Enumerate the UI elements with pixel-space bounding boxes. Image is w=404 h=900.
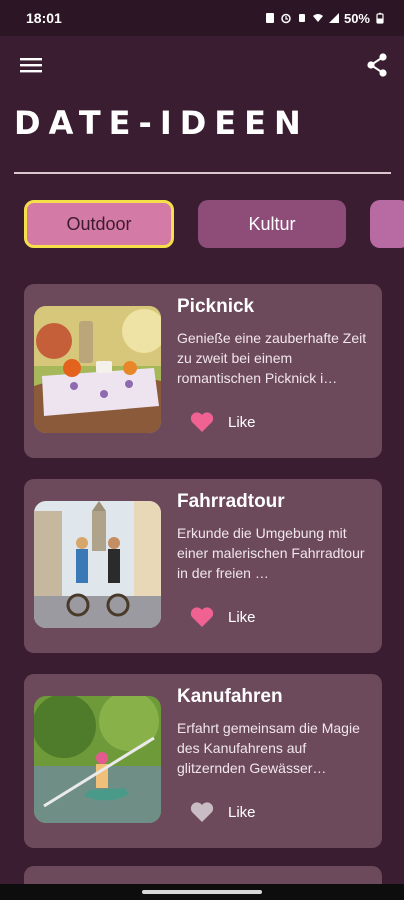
idea-title: Picknick [177, 296, 255, 317]
idea-title: Fahrradtour [177, 491, 285, 512]
app-bar [0, 36, 404, 94]
idea-description: Genieße eine zauberhafte Zeit zu zweit b… [177, 330, 367, 386]
like-button[interactable]: Like [190, 798, 256, 826]
canoe-image [34, 696, 161, 823]
wifi-icon [312, 14, 323, 22]
like-label: Like [228, 608, 256, 626]
title-divider [14, 172, 391, 174]
category-chip-next[interactable] [370, 200, 404, 248]
idea-card-partial[interactable] [24, 866, 382, 886]
signal-icon [328, 13, 339, 23]
idea-card-picknick[interactable]: Picknick Genieße eine zauberhafte Zeit z… [24, 284, 382, 458]
share-icon[interactable] [364, 52, 390, 78]
idea-description: Erfahrt gemeinsam die Magie des Kanufahr… [177, 720, 360, 776]
status-time: 18:01 [26, 10, 62, 26]
picnic-image [34, 306, 161, 433]
battery-percent: 50% [343, 10, 370, 26]
alarm-icon [281, 13, 291, 24]
idea-title: Kanufahren [177, 686, 283, 707]
heart-icon [190, 802, 214, 822]
idea-card-fahrradtour[interactable]: Fahrradtour Erkunde die Umgebung mit ein… [24, 479, 382, 653]
like-label: Like [228, 413, 256, 431]
category-chips: Outdoor Kultur [24, 200, 404, 250]
vibrate-icon [298, 14, 305, 22]
status-icons: 50% [264, 11, 386, 26]
hamburger-menu-icon[interactable] [18, 52, 44, 78]
bike-tour-image [34, 501, 161, 628]
idea-card-kanufahren[interactable]: Kanufahren Erfahrt gemeinsam die Magie d… [24, 674, 382, 848]
like-button[interactable]: Like [190, 408, 256, 436]
heart-icon [190, 412, 214, 432]
heart-icon [190, 607, 214, 627]
like-label: Like [228, 803, 256, 821]
sim-icon [265, 13, 274, 23]
home-handle[interactable] [142, 890, 262, 894]
status-bar: 18:01 50% [0, 0, 404, 36]
category-chip-kultur[interactable]: Kultur [198, 200, 346, 248]
category-chip-outdoor[interactable]: Outdoor [24, 200, 174, 248]
idea-description: Erkunde die Umgebung mit einer malerisch… [177, 525, 365, 581]
system-nav-bar [0, 884, 404, 900]
page-title: DATE-IDEEN [14, 104, 309, 142]
like-button[interactable]: Like [190, 603, 256, 631]
battery-icon [376, 12, 384, 24]
